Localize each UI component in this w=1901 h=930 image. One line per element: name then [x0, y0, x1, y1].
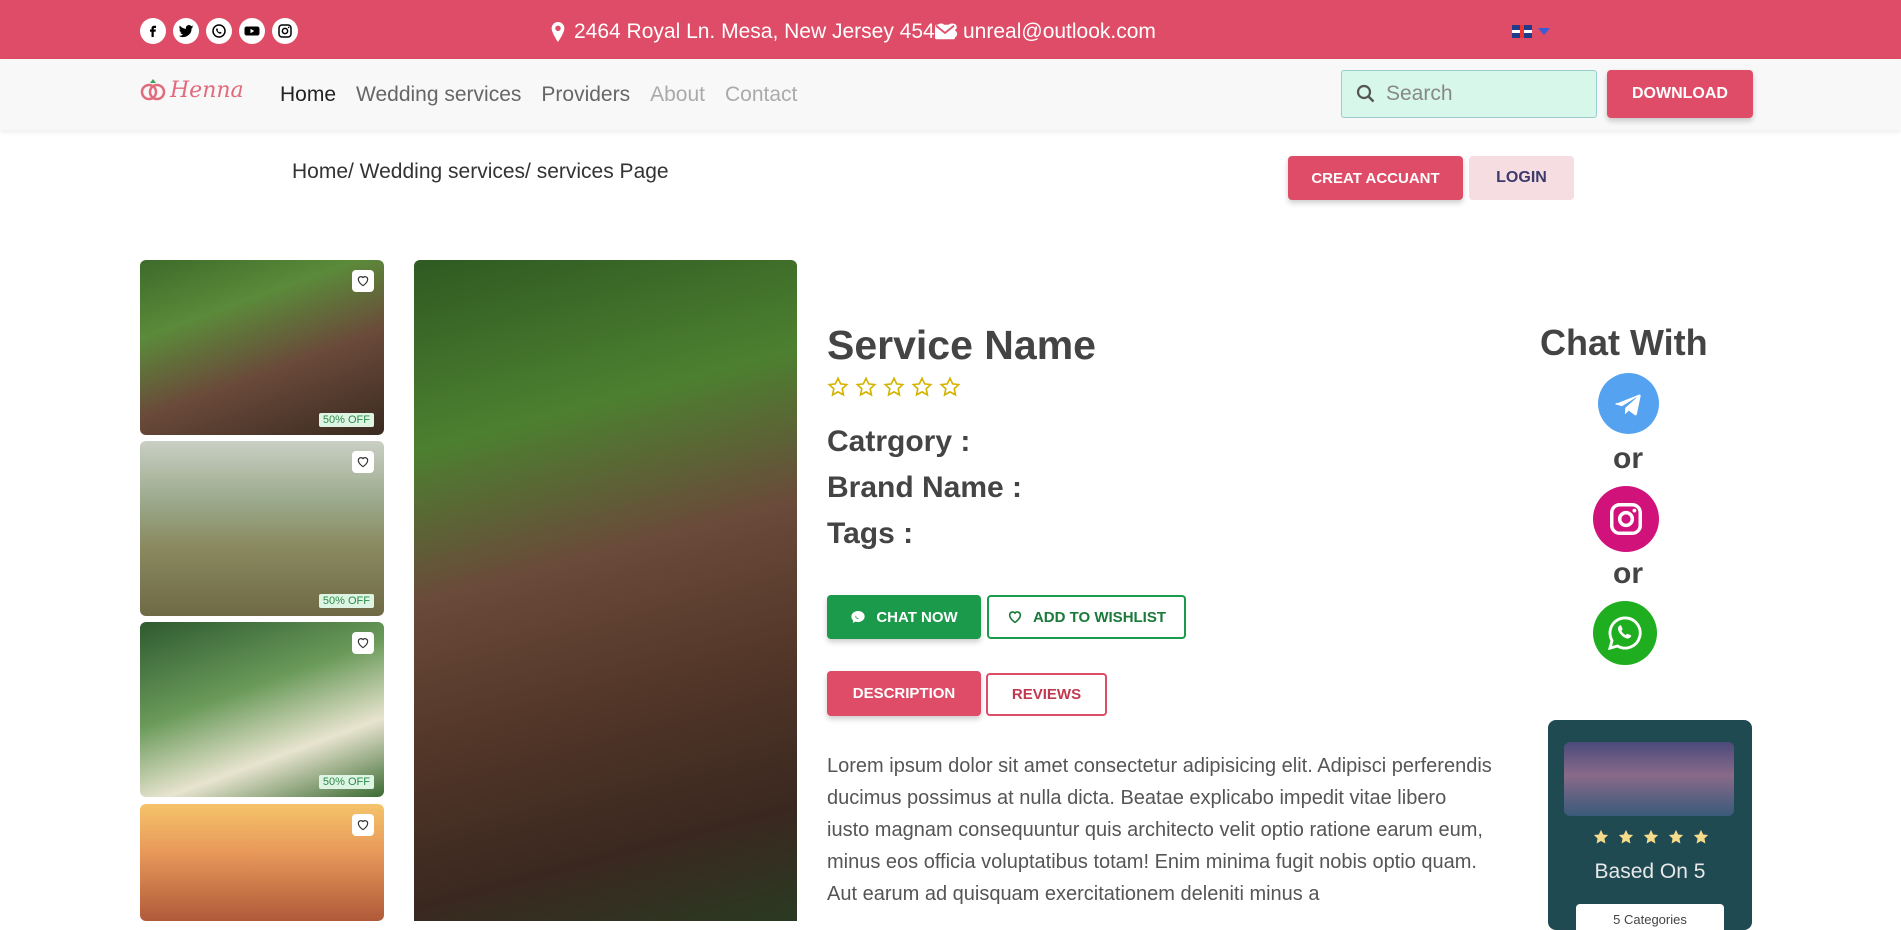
instagram-icon[interactable] [1593, 486, 1659, 552]
categories-button[interactable]: 5 Categories [1576, 904, 1724, 930]
whatsapp-icon[interactable] [206, 18, 232, 44]
promo-card[interactable]: Based On 5 5 Categories [1548, 720, 1752, 930]
chevron-down-icon [1538, 28, 1550, 35]
email[interactable]: unreal@outlook.com [935, 20, 1156, 44]
telegram-icon[interactable] [1598, 373, 1659, 434]
heart-icon[interactable] [352, 632, 374, 654]
login-button[interactable]: LOGIN [1469, 156, 1574, 200]
star-icon [1693, 829, 1709, 844]
thumbnail-3[interactable]: 50% OFF [140, 622, 384, 797]
address: 2464 Royal Ln. Mesa, New Jersey 45463 [550, 20, 958, 44]
tab-reviews[interactable]: REVIEWS [986, 673, 1107, 716]
instagram-icon[interactable] [272, 18, 298, 44]
star-icon [1618, 829, 1634, 844]
search-icon [1356, 84, 1375, 103]
star-icon [1643, 829, 1659, 844]
category-label: Catrgory : [827, 425, 971, 458]
envelope-icon [935, 24, 955, 40]
nav-home[interactable]: Home [280, 83, 336, 107]
rings-icon [140, 79, 166, 101]
promo-rating-stars [1592, 828, 1710, 846]
map-pin-icon [551, 22, 565, 42]
twitter-icon[interactable] [173, 18, 199, 44]
service-name: Service Name [827, 322, 1096, 368]
heart-icon[interactable] [352, 270, 374, 292]
tags-label: Tags : [827, 517, 914, 550]
search-input[interactable] [1386, 82, 1576, 106]
thumbnail-4[interactable] [140, 804, 384, 921]
nav-providers[interactable]: Providers [541, 83, 630, 107]
star-icon[interactable] [883, 376, 905, 398]
chat-bubble-icon [851, 611, 865, 623]
download-button[interactable]: DOWNLOAD [1607, 70, 1753, 118]
language-selector[interactable] [1512, 25, 1550, 38]
discount-badge: 50% OFF [318, 413, 374, 427]
uk-flag-icon [1512, 25, 1532, 38]
facebook-icon[interactable] [140, 18, 166, 44]
search-box[interactable] [1341, 70, 1597, 118]
email-text[interactable]: unreal@outlook.com [963, 20, 1156, 44]
wishlist-label: ADD TO WISHLIST [1032, 608, 1167, 626]
heart-icon[interactable] [352, 814, 374, 836]
heart-icon [1008, 611, 1022, 624]
nav-contact[interactable]: Contact [725, 83, 797, 107]
star-icon[interactable] [911, 376, 933, 398]
discount-badge: 50% OFF [318, 594, 374, 608]
whatsapp-icon[interactable] [1593, 601, 1657, 665]
create-account-button[interactable]: CREAT ACCUANT [1288, 156, 1463, 200]
description-text: Lorem ipsum dolor sit amet consectetur a… [827, 755, 1492, 905]
logo-text: Henna [170, 77, 244, 103]
discount-badge: 50% OFF [318, 775, 374, 789]
nav-bar: Henna Home Wedding services Providers Ab… [0, 59, 1901, 130]
chat-with-title: Chat With [1540, 322, 1708, 363]
logo[interactable]: Henna [140, 77, 244, 103]
main-product-image[interactable] [414, 260, 797, 921]
social-links [140, 18, 298, 44]
nav-wedding-services[interactable]: Wedding services [356, 83, 521, 107]
star-icon [1593, 829, 1609, 844]
top-bar: 2464 Royal Ln. Mesa, New Jersey 45463 un… [0, 0, 1901, 59]
youtube-icon[interactable] [239, 18, 265, 44]
star-icon[interactable] [939, 376, 961, 398]
or-label: or [1613, 557, 1643, 590]
star-icon[interactable] [827, 376, 849, 398]
star-icon[interactable] [855, 376, 877, 398]
heart-icon[interactable] [352, 451, 374, 473]
venue-image [1564, 742, 1734, 816]
thumbnail-2[interactable]: 50% OFF [140, 441, 384, 616]
address-text: 2464 Royal Ln. Mesa, New Jersey 45463 [574, 20, 959, 43]
chat-now-button[interactable]: CHAT NOW [827, 595, 981, 639]
or-label: or [1613, 442, 1643, 475]
add-to-wishlist-button[interactable]: ADD TO WISHLIST [987, 595, 1186, 639]
nav-about[interactable]: About [650, 83, 705, 107]
based-on-label: Based On 5 [1594, 860, 1706, 883]
thumbnail-1[interactable]: 50% OFF [140, 260, 384, 435]
breadcrumb[interactable]: Home/ Wedding services/ services Page [292, 160, 669, 184]
tab-description[interactable]: DESCRIPTION [827, 671, 981, 716]
rating-stars[interactable] [827, 376, 961, 398]
star-icon [1668, 829, 1684, 844]
brand-name-label: Brand Name : [827, 471, 1023, 504]
nav-links: Home Wedding services Providers About Co… [280, 83, 797, 107]
chat-now-label: CHAT NOW [876, 608, 958, 626]
